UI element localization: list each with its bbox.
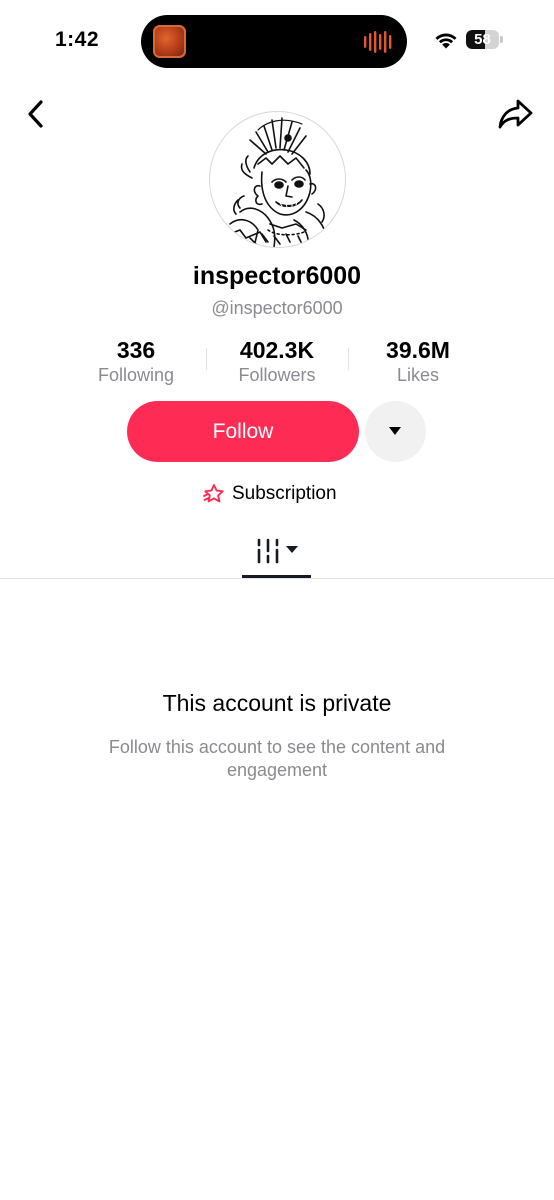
battery-indicator: 58 — [466, 30, 499, 49]
battery-percent: 58 — [474, 31, 491, 48]
subscription-star-icon — [203, 484, 224, 503]
wifi-icon — [435, 33, 457, 49]
stat-following-label: Following — [97, 365, 175, 385]
stat-followers[interactable]: 402.3K Followers — [207, 337, 347, 386]
videos-grid-icon — [257, 538, 298, 564]
tab-videos[interactable] — [242, 532, 311, 578]
stat-followers-label: Followers — [238, 365, 316, 385]
share-arrow-icon — [498, 99, 533, 129]
subscription-button[interactable]: Subscription — [202, 480, 337, 508]
private-account-title: This account is private — [162, 690, 392, 716]
back-button[interactable] — [20, 96, 54, 132]
profile-page: 1:42 58 inspector6000 @inspector6000 336… — [0, 0, 554, 1200]
now-playing-artwork — [153, 25, 186, 58]
chevron-left-icon — [28, 100, 43, 128]
stat-following-value: 336 — [116, 337, 156, 363]
subscription-label: Subscription — [232, 483, 337, 504]
display-name: inspector6000 — [192, 262, 362, 290]
avatar[interactable] — [209, 111, 346, 248]
stat-followers-value: 402.3K — [239, 337, 315, 363]
stat-likes-label: Likes — [396, 365, 440, 385]
avatar-illustration — [223, 117, 329, 247]
stat-following[interactable]: 336 Following — [66, 337, 206, 386]
stat-likes[interactable]: 39.6M Likes — [348, 337, 488, 386]
audio-waveform-icon — [364, 31, 392, 53]
caret-down-icon — [389, 427, 401, 435]
more-options-button[interactable] — [365, 401, 426, 462]
dynamic-island[interactable] — [141, 15, 407, 68]
username-handle: @inspector6000 — [211, 298, 343, 318]
private-account-description: Follow this account to see the content a… — [108, 737, 446, 780]
follow-button[interactable]: Follow — [127, 401, 359, 462]
status-time: 1:42 — [55, 28, 100, 51]
share-button[interactable] — [496, 96, 536, 132]
stat-likes-value: 39.6M — [386, 337, 450, 363]
tab-divider — [0, 578, 554, 579]
battery-nub — [500, 36, 503, 43]
